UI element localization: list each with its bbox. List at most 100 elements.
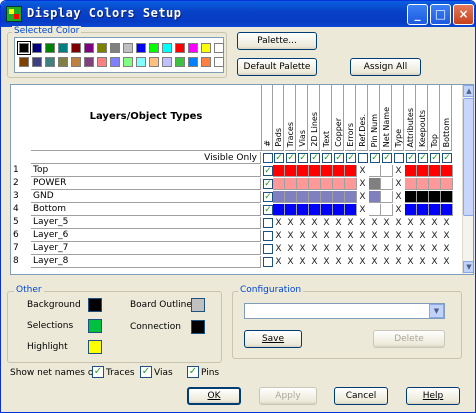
visible-only-checkbox[interactable]: ✓ (382, 153, 392, 163)
color-swatch[interactable] (110, 57, 120, 67)
not-applicable-cell[interactable]: X (441, 230, 452, 242)
maximize-button[interactable]: □ (430, 4, 451, 25)
not-applicable-cell[interactable]: X (369, 230, 380, 242)
column-header[interactable]: Attributes (405, 85, 416, 151)
visible-only-checkbox[interactable]: ✓ (286, 153, 296, 163)
visible-only-checkbox[interactable]: ✓ (346, 153, 356, 163)
column-header[interactable]: Vias (297, 85, 308, 151)
color-cell[interactable] (381, 178, 393, 190)
not-applicable-cell[interactable]: X (309, 217, 320, 229)
not-applicable-cell[interactable]: X (309, 243, 320, 255)
default-palette-button[interactable]: Default Palette (237, 58, 317, 76)
color-cell[interactable] (309, 204, 321, 216)
not-applicable-cell[interactable]: X (429, 217, 440, 229)
not-applicable-cell[interactable]: X (429, 256, 440, 268)
column-header[interactable]: Type (393, 85, 404, 151)
traces-checkbox[interactable]: ✓ (92, 366, 104, 378)
chevron-down-icon[interactable]: ▼ (429, 304, 444, 318)
layer-name[interactable]: Layer_8 (31, 256, 261, 268)
scroll-up-arrow[interactable]: ▲ (463, 85, 473, 97)
visible-only-checkbox[interactable]: ✓ (274, 153, 284, 163)
layer-visible-checkbox[interactable] (263, 231, 273, 241)
not-applicable-cell[interactable]: X (357, 165, 368, 177)
color-cell[interactable] (333, 178, 345, 190)
not-applicable-cell[interactable]: X (333, 243, 344, 255)
not-applicable-cell[interactable]: X (321, 230, 332, 242)
layer-visible-checkbox[interactable]: ✓ (263, 192, 273, 202)
color-swatch[interactable] (58, 57, 68, 67)
color-swatch[interactable] (110, 43, 120, 53)
column-header[interactable]: Net Name (381, 85, 392, 151)
color-swatch[interactable] (201, 43, 211, 53)
color-cell[interactable] (417, 165, 429, 177)
not-applicable-cell[interactable]: X (345, 243, 356, 255)
color-cell[interactable] (429, 204, 441, 216)
not-applicable-cell[interactable]: X (393, 256, 404, 268)
assign-all-button[interactable]: Assign All (350, 58, 421, 76)
color-swatch[interactable] (149, 57, 159, 67)
color-swatch[interactable] (123, 43, 133, 53)
layer-name[interactable]: POWER (31, 178, 261, 190)
color-cell[interactable] (297, 165, 309, 177)
color-cell[interactable] (321, 191, 333, 203)
visible-only-checkbox[interactable]: ✓ (418, 153, 428, 163)
not-applicable-cell[interactable]: X (357, 230, 368, 242)
color-cell[interactable] (309, 191, 321, 203)
color-cell[interactable] (381, 204, 393, 216)
color-swatch[interactable] (32, 43, 42, 53)
column-header[interactable]: Keepouts (417, 85, 428, 151)
color-cell[interactable] (321, 204, 333, 216)
scroll-down-arrow[interactable]: ▼ (463, 261, 473, 273)
color-cell[interactable] (273, 204, 285, 216)
not-applicable-cell[interactable]: X (297, 230, 308, 242)
title-bar[interactable]: Display Colors Setup _ □ × (1, 1, 475, 27)
not-applicable-cell[interactable]: X (357, 243, 368, 255)
connection-color-box[interactable] (191, 320, 205, 334)
layer-visible-checkbox[interactable] (263, 257, 273, 267)
color-cell[interactable] (417, 204, 429, 216)
cancel-button[interactable]: Cancel (334, 387, 388, 405)
column-header[interactable]: Ref.Des. (357, 85, 368, 151)
visible-only-checkbox[interactable]: ✓ (310, 153, 320, 163)
color-cell[interactable] (333, 191, 345, 203)
color-cell[interactable] (405, 191, 417, 203)
layer-visible-checkbox[interactable]: ✓ (263, 166, 273, 176)
color-swatch[interactable] (97, 57, 107, 67)
column-header[interactable]: Pads (273, 85, 284, 151)
color-swatch[interactable] (71, 57, 81, 67)
not-applicable-cell[interactable]: X (273, 243, 284, 255)
not-applicable-cell[interactable]: X (393, 178, 404, 190)
pins-checkbox[interactable]: ✓ (187, 366, 199, 378)
not-applicable-cell[interactable]: X (369, 217, 380, 229)
layer-name[interactable]: Bottom (31, 204, 261, 216)
color-cell[interactable] (309, 178, 321, 190)
help-button[interactable]: Help (406, 387, 460, 405)
visible-only-checkbox[interactable]: ✓ (298, 153, 308, 163)
layer-name[interactable]: Layer_7 (31, 243, 261, 255)
visible-only-checkbox[interactable]: ✓ (442, 153, 452, 163)
color-cell[interactable] (285, 191, 297, 203)
layer-visible-checkbox[interactable]: ✓ (263, 179, 273, 189)
not-applicable-cell[interactable]: X (357, 217, 368, 229)
color-cell[interactable] (417, 191, 429, 203)
not-applicable-cell[interactable]: X (285, 243, 296, 255)
visible-only-checkbox[interactable]: ✓ (406, 153, 416, 163)
not-applicable-cell[interactable]: X (417, 256, 428, 268)
not-applicable-cell[interactable]: X (405, 256, 416, 268)
color-swatch[interactable] (162, 43, 172, 53)
column-header[interactable]: Bottom (441, 85, 452, 151)
background-color-box[interactable] (88, 298, 102, 312)
color-cell[interactable] (345, 204, 357, 216)
not-applicable-cell[interactable]: X (309, 230, 320, 242)
color-cell[interactable] (429, 178, 441, 190)
grid-vertical-scrollbar[interactable]: ▲ ▼ (462, 85, 473, 274)
color-cell[interactable] (273, 165, 285, 177)
not-applicable-cell[interactable]: X (357, 204, 368, 216)
not-applicable-cell[interactable]: X (417, 217, 428, 229)
layer-name[interactable]: Top (31, 165, 261, 177)
color-swatch[interactable] (97, 43, 107, 53)
color-swatch[interactable] (162, 57, 172, 67)
scroll-thumb[interactable] (463, 98, 473, 216)
color-cell[interactable] (321, 178, 333, 190)
not-applicable-cell[interactable]: X (357, 191, 368, 203)
